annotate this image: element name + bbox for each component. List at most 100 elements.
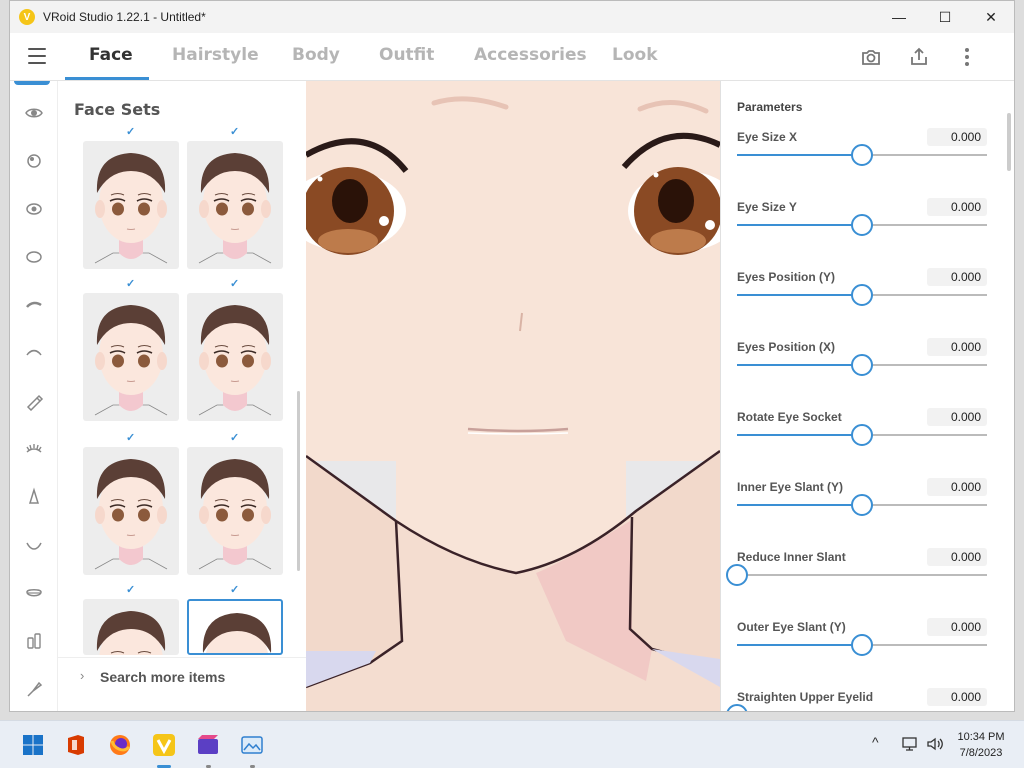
parameter-slider[interactable]	[737, 214, 987, 236]
slider-fill	[737, 154, 862, 156]
parameter-slider[interactable]	[726, 564, 987, 586]
tab-look[interactable]: Look	[612, 45, 658, 65]
tab-accessories[interactable]: Accessories	[474, 45, 587, 65]
parameter-value-input[interactable]: 0.000	[927, 618, 987, 636]
eye-iris-icon[interactable]	[24, 199, 44, 219]
minimize-button[interactable]: —	[876, 1, 922, 33]
slider-handle[interactable]	[851, 494, 873, 516]
face-set-thumbnail[interactable]	[187, 141, 283, 269]
maximize-button[interactable]: ☐	[922, 1, 968, 33]
eye-icon[interactable]	[24, 103, 44, 123]
volume-icon[interactable]	[926, 735, 944, 753]
brush-icon[interactable]	[24, 679, 44, 699]
slider-handle[interactable]	[851, 424, 873, 446]
parameter-value-input[interactable]: 0.000	[927, 268, 987, 286]
parameter-value-input[interactable]: 0.000	[927, 478, 987, 496]
parameter-value-input[interactable]: 0.000	[927, 128, 987, 146]
clock-time: 10:34 PM	[957, 731, 1005, 743]
slider-fill	[737, 644, 862, 646]
eye-white-icon[interactable]	[24, 247, 44, 267]
slider-handle[interactable]	[726, 564, 748, 586]
more-vert-icon[interactable]	[955, 45, 979, 69]
eyeliner-icon[interactable]	[24, 391, 44, 411]
show-hidden-icons-chevron[interactable]: ^	[872, 734, 879, 750]
parameter-slider[interactable]	[737, 284, 987, 306]
windows-start-icon[interactable]	[21, 733, 45, 757]
face-preview	[94, 459, 168, 570]
parameter-slider[interactable]	[737, 424, 987, 446]
export-icon[interactable]	[907, 45, 931, 69]
parameters-scrollbar[interactable]	[1007, 113, 1011, 171]
video-editor-icon[interactable]	[196, 733, 220, 757]
3d-viewport[interactable]	[306, 81, 720, 711]
face-set-thumbnail[interactable]	[83, 599, 179, 655]
face-preview	[198, 305, 272, 416]
category-rail	[10, 81, 58, 711]
parameter-label: Rotate Eye Socket	[737, 410, 842, 424]
face-set-thumbnail[interactable]	[83, 141, 179, 269]
tab-outfit[interactable]: Outfit	[379, 45, 434, 65]
mouth-icon[interactable]	[24, 535, 44, 555]
face-preview	[198, 459, 272, 570]
parameter-value-input[interactable]: 0.000	[927, 338, 987, 356]
face-sets-scrollbar[interactable]	[297, 391, 300, 571]
face-set-thumbnail[interactable]	[83, 293, 179, 421]
slider-handle[interactable]	[851, 144, 873, 166]
tab-face[interactable]: Face	[89, 45, 133, 65]
parameter-slider[interactable]	[737, 494, 987, 516]
face-sets-title: Face Sets	[74, 100, 161, 119]
tab-hairstyle[interactable]: Hairstyle	[172, 45, 259, 65]
face-closeup	[306, 81, 720, 711]
parameter-slider[interactable]	[737, 354, 987, 376]
tab-body[interactable]: Body	[292, 45, 340, 65]
parameter-value-input[interactable]: 0.000	[927, 688, 987, 706]
parameter-value-input[interactable]: 0.000	[927, 408, 987, 426]
parameter-label: Eye Size X	[737, 130, 798, 144]
parameter-slider[interactable]	[737, 634, 987, 656]
system-clock[interactable]: 10:34 PM 7/8/2023	[950, 729, 1012, 761]
slider-handle[interactable]	[726, 704, 748, 711]
eyebrow-icon[interactable]	[24, 295, 44, 315]
slider-handle[interactable]	[851, 214, 873, 236]
teeth-icon[interactable]	[24, 583, 44, 603]
nose-icon[interactable]	[24, 487, 44, 507]
selected-check-icon: ✓	[126, 432, 136, 444]
close-button[interactable]: ✕	[968, 1, 1014, 33]
parameter-value-input[interactable]: 0.000	[927, 548, 987, 566]
network-icon[interactable]	[901, 735, 919, 753]
selected-check-icon: ✓	[126, 584, 136, 596]
office-icon[interactable]	[64, 733, 88, 757]
rail-active-indicator	[14, 81, 50, 85]
slider-handle[interactable]	[851, 634, 873, 656]
tab-bar: Face Hairstyle Body Outfit Accessories L…	[10, 33, 1014, 81]
firefox-icon[interactable]	[108, 733, 132, 757]
face-set-thumbnail[interactable]	[187, 599, 283, 655]
face-set-thumbnail[interactable]	[187, 293, 283, 421]
face-set-thumbnail[interactable]	[187, 447, 283, 575]
face-preview	[94, 153, 168, 264]
camera-icon[interactable]	[859, 45, 883, 69]
parameter-row: Reduce Inner Slant 0.000	[721, 548, 1001, 620]
selected-check-icon: ✓	[126, 278, 136, 290]
face-set-thumbnail[interactable]	[83, 447, 179, 575]
photos-icon[interactable]	[240, 733, 264, 757]
slider-handle[interactable]	[851, 284, 873, 306]
parameter-slider[interactable]	[737, 144, 987, 166]
eye-highlight-icon[interactable]	[24, 151, 44, 171]
slider-fill	[737, 364, 862, 366]
ear-icon[interactable]	[24, 631, 44, 651]
menu-icon[interactable]	[28, 48, 46, 64]
parameter-row: Inner Eye Slant (Y) 0.000	[721, 478, 1001, 550]
parameter-value-input[interactable]: 0.000	[927, 198, 987, 216]
parameters-panel: Parameters Eye Size X 0.000 Eye Size Y 0.00…	[720, 81, 1014, 711]
face-preview	[94, 305, 168, 416]
parameter-row: Eyes Position (X) 0.000	[721, 338, 1001, 410]
parameter-row: Eye Size X 0.000	[721, 128, 1001, 200]
slider-handle[interactable]	[851, 354, 873, 376]
vroid-logo-icon: V	[19, 9, 35, 25]
vroid-taskbar-icon[interactable]	[152, 733, 176, 757]
eyelash-icon[interactable]	[24, 439, 44, 459]
selected-check-icon: ✓	[230, 126, 240, 138]
eyelid-icon[interactable]	[24, 343, 44, 363]
search-more-items-button[interactable]: › Search more items	[58, 657, 306, 697]
